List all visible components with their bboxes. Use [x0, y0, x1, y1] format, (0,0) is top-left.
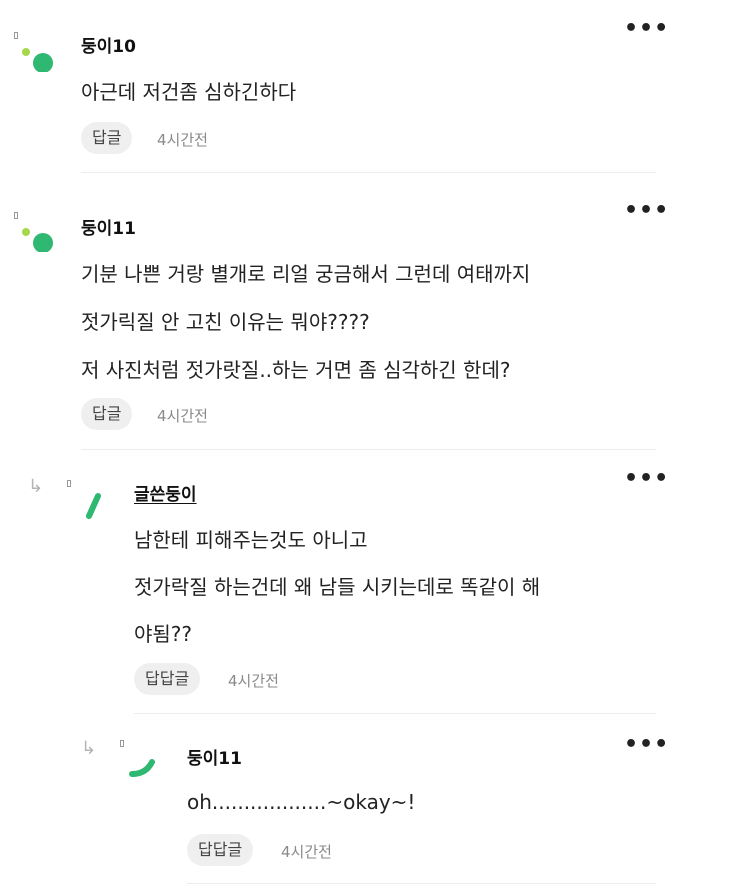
comment-time: 4시간전 — [157, 131, 208, 149]
reply-button[interactable]: 답답글 — [134, 663, 201, 695]
reply-button[interactable]: 답답글 — [187, 834, 254, 866]
badge-icon — [14, 32, 18, 39]
comment-item: 둥이10 ••• 아근데 저건좀 심하긴하다 답글 4시간전 — [0, 0, 756, 175]
comment-author[interactable]: 둥이10 — [81, 32, 136, 57]
more-options-icon[interactable]: ••• — [624, 18, 669, 40]
comment-author[interactable]: 둥이11 — [81, 214, 136, 239]
comment-text-line: 젓가릭질 안 고친 이유는 뭐야???? — [81, 310, 370, 334]
badge-icon — [67, 480, 71, 487]
avatar[interactable] — [67, 480, 107, 520]
more-options-icon[interactable]: ••• — [624, 468, 669, 490]
reply-arrow-icon: ↳ — [81, 738, 97, 759]
divider — [81, 449, 656, 450]
badge-icon — [14, 212, 18, 219]
comment-text-line: 젓가락질 하는건데 왜 남들 시키는데로 똑같이 해 — [134, 575, 541, 599]
comment-time: 4시간전 — [228, 672, 279, 690]
reply-button[interactable]: 답글 — [81, 122, 133, 154]
avatar-graphic — [86, 493, 101, 519]
avatar[interactable] — [120, 740, 160, 780]
more-options-icon[interactable]: ••• — [624, 734, 669, 756]
comment-text-line: 야됨?? — [134, 622, 193, 646]
comment-author[interactable]: 글쓴둥이 — [134, 480, 197, 505]
comment-text-line: 남한테 피해주는것도 아니고 — [134, 528, 368, 552]
badge-icon — [120, 740, 124, 747]
comment-text-line: 저 사진처럼 젓가랏질..하는 거면 좀 심각하긴 한데? — [81, 358, 511, 382]
avatar-graphic — [129, 759, 155, 777]
comment-item: 둥이11 ••• 기분 나쁜 거랑 별개로 리얼 궁금해서 그런데 여태까지 젓… — [0, 176, 756, 448]
divider — [187, 883, 656, 884]
comment-author[interactable]: 둥이11 — [187, 744, 242, 769]
comment-text-line: oh..................~okay~! — [187, 790, 416, 814]
reply-item: ↳ 둥이11 ••• oh..................~okay~! 답… — [0, 716, 756, 889]
avatar[interactable] — [14, 32, 54, 73]
reply-arrow-icon: ↳ — [28, 476, 44, 497]
divider — [134, 713, 656, 714]
reply-item: ↳ 글쓴둥이 ••• 남한테 피해주는것도 아니고 젓가락질 하는건데 왜 남들… — [0, 452, 756, 714]
avatar-graphic — [22, 48, 53, 73]
comment-time: 4시간전 — [281, 843, 332, 861]
comment-text-line: 기분 나쁜 거랑 별개로 리얼 궁금해서 그런데 여태까지 — [81, 262, 531, 286]
more-options-icon[interactable]: ••• — [624, 200, 669, 222]
reply-button[interactable]: 답글 — [81, 398, 133, 430]
divider — [81, 172, 656, 173]
comment-text-line: 아근데 저건좀 심하긴하다 — [81, 80, 297, 104]
avatar-graphic — [22, 228, 53, 253]
comment-time: 4시간전 — [157, 407, 208, 425]
avatar[interactable] — [14, 212, 54, 253]
